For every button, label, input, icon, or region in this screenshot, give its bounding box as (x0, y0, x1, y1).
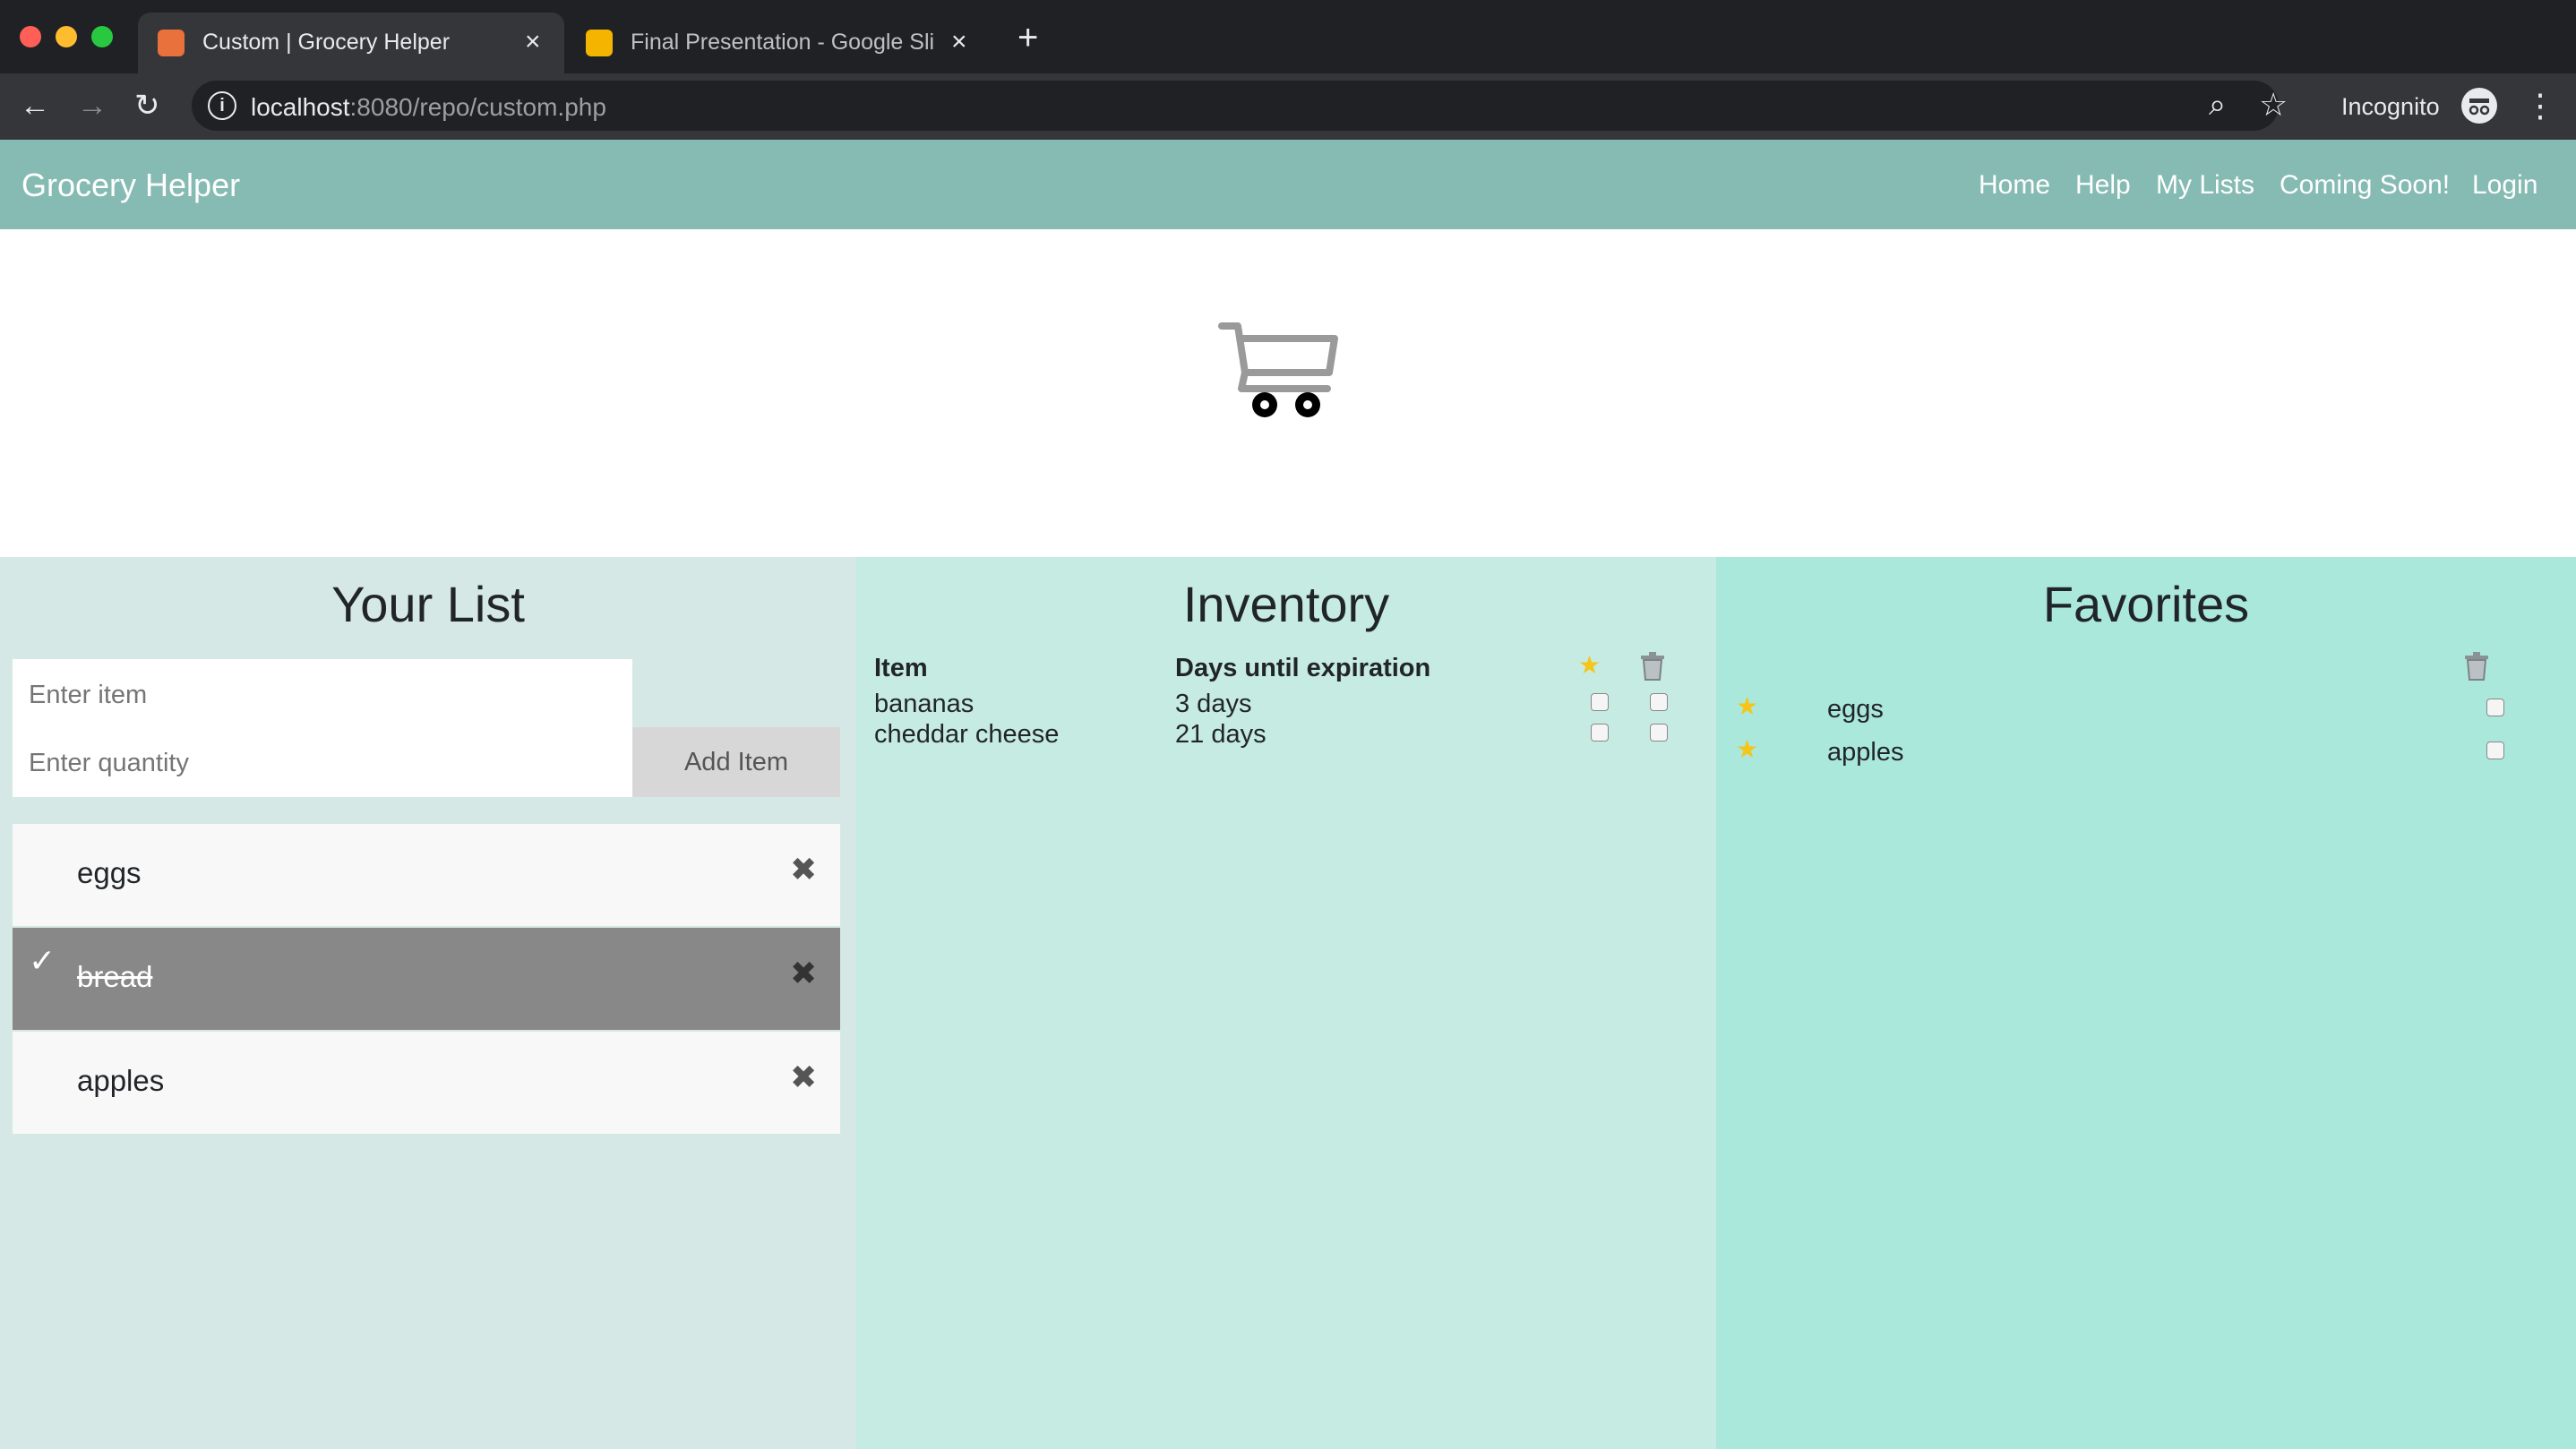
item-input[interactable]: Enter item (13, 659, 632, 729)
close-window-button[interactable] (20, 26, 41, 47)
close-tab-icon[interactable]: × (525, 28, 541, 56)
inventory-item: bananas (874, 690, 975, 718)
your-list-panel: Your List Enter item Enter quantity Add … (0, 557, 856, 1449)
nav-help[interactable]: Help (2075, 170, 2131, 201)
delete-checkbox[interactable] (1650, 724, 1668, 742)
tab-grocery-helper[interactable]: Custom | Grocery Helper × (138, 13, 564, 73)
info-icon[interactable]: i (208, 91, 236, 120)
list-item-label: bread (77, 960, 153, 993)
nav-my-lists[interactable]: My Lists (2156, 170, 2254, 201)
star-icon: ★ (1736, 692, 1759, 720)
favorite-item: apples (1827, 738, 1904, 767)
your-list-title: Your List (331, 576, 525, 632)
inventory-item: cheddar cheese (874, 720, 1060, 749)
inventory-days: 3 days (1175, 690, 1252, 718)
nav-coming-soon[interactable]: Coming Soon! (2280, 170, 2450, 201)
star-icon: ★ (1578, 651, 1601, 679)
favorites-title: Favorites (2042, 576, 2250, 632)
close-icon[interactable]: ✖ (790, 1059, 817, 1096)
plus-icon[interactable]: + (1018, 20, 1038, 56)
delete-checkbox[interactable] (1650, 693, 1668, 711)
favorite-checkbox[interactable] (1591, 724, 1609, 742)
inventory-days: 21 days (1175, 720, 1267, 749)
column-header-item: Item (874, 654, 928, 682)
trash-icon (1641, 652, 1664, 681)
checkmark-icon: ✓ (29, 942, 56, 979)
inventory-panel: Inventory Item Days until expiration ★ b… (856, 557, 1716, 1449)
delete-checkbox[interactable] (2486, 699, 2504, 716)
nav-home[interactable]: Home (1979, 170, 2050, 201)
zoom-icon[interactable]: ⌕ (2209, 88, 2226, 123)
list-item-label: apples (77, 1064, 165, 1097)
minimize-window-button[interactable] (56, 26, 77, 47)
menu-icon[interactable]: ⋮ (2524, 86, 2556, 125)
grocery-favicon-icon (158, 30, 185, 56)
nav-login[interactable]: Login (2472, 170, 2537, 201)
brand-link[interactable]: Grocery Helper (21, 167, 240, 204)
tab-title: Final Presentation - Google Sli (631, 30, 935, 55)
list-item[interactable]: apples ✖ (13, 1032, 840, 1134)
inventory-title: Inventory (1182, 576, 1390, 632)
list-item[interactable]: ✓ bread ✖ (13, 928, 840, 1030)
slides-favicon-icon (586, 30, 613, 56)
url-text[interactable]: localhost:8080/repo/custom.php (251, 93, 606, 122)
favorite-item: eggs (1827, 695, 1884, 724)
favorites-panel: Favorites ★ eggs ★ apples (1716, 557, 2576, 1449)
browser-tab-strip: Custom | Grocery Helper × Final Presenta… (0, 0, 2576, 73)
close-icon[interactable]: ✖ (790, 851, 817, 888)
incognito-icon[interactable] (2461, 88, 2497, 124)
bookmark-star-icon[interactable]: ☆ (2259, 86, 2288, 124)
shopping-cart-icon (1218, 322, 1338, 417)
app-navbar: Grocery Helper Home Help My Lists Coming… (0, 140, 2576, 229)
forward-arrow-icon[interactable]: → (77, 86, 107, 125)
delete-checkbox[interactable] (2486, 742, 2504, 759)
tab-title: Custom | Grocery Helper (202, 30, 451, 55)
column-header-days: Days until expiration (1175, 654, 1431, 682)
quantity-input[interactable]: Enter quantity (13, 727, 632, 797)
favorite-checkbox[interactable] (1591, 693, 1609, 711)
star-icon: ★ (1736, 735, 1759, 763)
hero-banner (0, 229, 2576, 557)
trash-icon (2465, 652, 2488, 681)
list-item[interactable]: eggs ✖ (13, 824, 840, 926)
profile-label[interactable]: Incognito (2341, 93, 2440, 121)
quantity-placeholder: Enter quantity (29, 749, 189, 777)
close-tab-icon[interactable]: × (951, 28, 967, 56)
tab-final-presentation[interactable]: Final Presentation - Google Sli × (566, 13, 987, 73)
close-icon[interactable]: ✖ (790, 955, 817, 992)
item-placeholder: Enter item (29, 681, 148, 709)
address-bar[interactable]: i localhost:8080/repo/custom.php ⌕ ☆ (192, 81, 2288, 131)
back-arrow-icon[interactable]: ← (20, 86, 50, 125)
list-item-label: eggs (77, 856, 142, 889)
add-item-button[interactable]: Add Item (632, 727, 840, 797)
reload-icon[interactable]: ↻ (134, 86, 160, 125)
browser-toolbar: ← → ↻ i localhost:8080/repo/custom.php ⌕… (0, 73, 2576, 140)
maximize-window-button[interactable] (91, 26, 113, 47)
